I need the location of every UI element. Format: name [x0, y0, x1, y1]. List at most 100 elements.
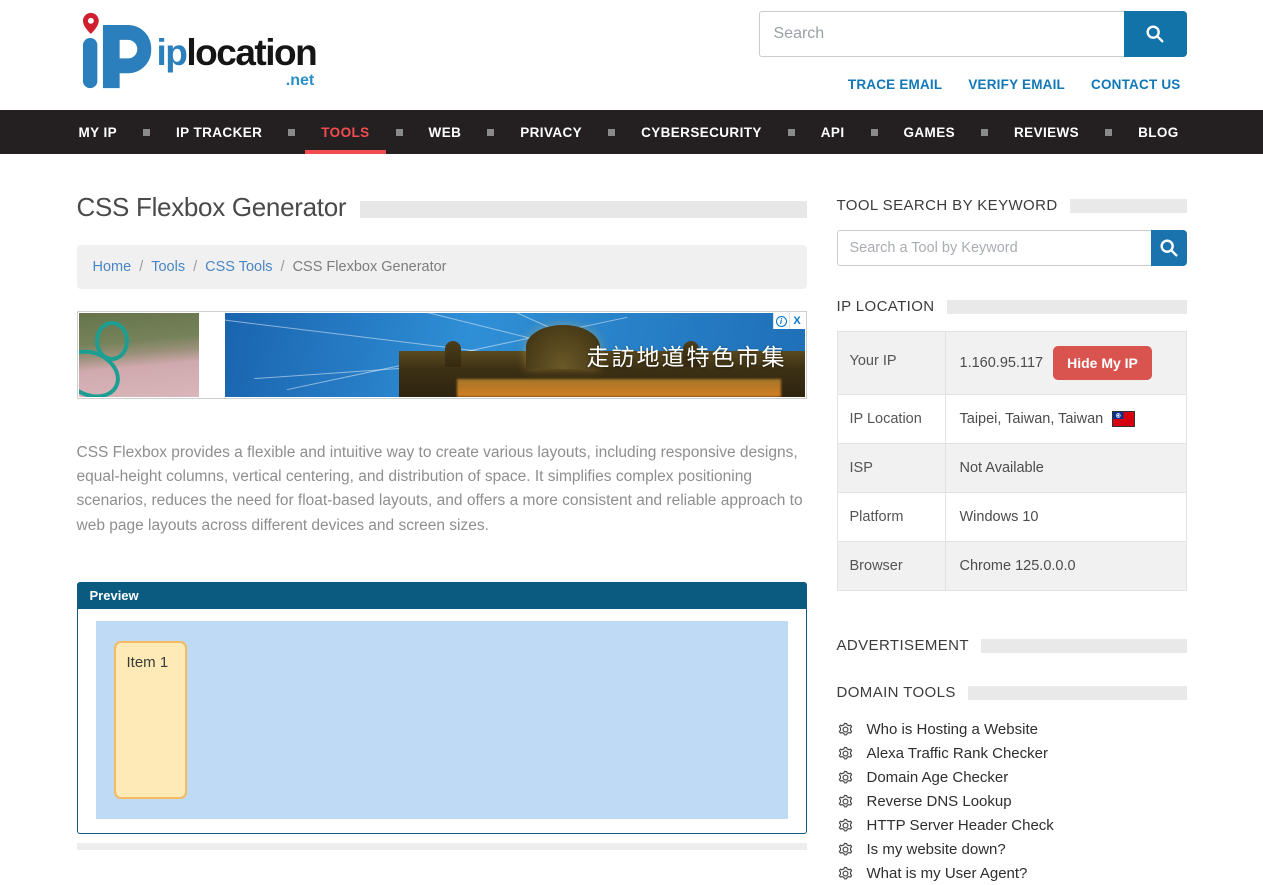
ad-banner: 走訪地道特色市集 i X	[77, 311, 807, 399]
title-decoration-bar	[360, 201, 806, 218]
ad-close-icon[interactable]: X	[789, 313, 805, 329]
search-icon	[1144, 23, 1166, 45]
gear-icon	[837, 841, 854, 858]
nav-separator	[487, 129, 494, 136]
breadcrumb-separator: /	[193, 259, 197, 275]
logo-text: iplocation .net	[157, 12, 317, 89]
preview-panel-header: Preview	[78, 583, 806, 609]
nav-item-tools[interactable]: TOOLS	[319, 110, 371, 154]
gear-icon	[837, 817, 854, 834]
ip-row-label: Browser	[838, 542, 946, 590]
gear-icon	[837, 793, 854, 810]
flexbox-preview-item: Item 1	[114, 641, 187, 799]
main-nav-list: MY IP IP TRACKER TOOLS WEB PRIVACY CYBERSECUR…	[77, 110, 1181, 154]
preview-panel-body: Item 1	[78, 609, 806, 833]
flexbox-preview-container: Item 1	[96, 621, 788, 819]
sidebar: TOOL SEARCH BY KEYWORD IP LOCATION Your …	[837, 192, 1187, 885]
search-icon	[1158, 237, 1180, 259]
domain-tool-link-alexa-traffic-rank-checker[interactable]: Alexa Traffic Rank Checker	[837, 741, 1187, 765]
main-nav: MY IP IP TRACKER TOOLS WEB PRIVACY CYBERSECUR…	[0, 110, 1263, 154]
ad-caption: 走訪地道特色市集	[587, 338, 787, 372]
heading-decoration-bar	[947, 300, 1187, 314]
breadcrumb-separator: /	[139, 259, 143, 275]
ad-image-left[interactable]	[79, 313, 199, 397]
ad-image-right[interactable]: 走訪地道特色市集	[225, 313, 805, 397]
site-logo[interactable]: iplocation .net	[77, 12, 317, 90]
logo-ip-mark-icon	[77, 12, 153, 90]
domain-tool-label: Alexa Traffic Rank Checker	[867, 745, 1048, 762]
breadcrumb-link-css-tools[interactable]: CSS Tools	[205, 259, 272, 275]
header-search-button[interactable]	[1124, 11, 1187, 57]
domain-tool-link-http-server-header-check[interactable]: HTTP Server Header Check	[837, 813, 1187, 837]
ip-location-table: Your IP1.160.95.117Hide My IPIP Location…	[837, 331, 1187, 591]
nav-separator	[1105, 129, 1112, 136]
tool-search-input[interactable]	[837, 230, 1151, 266]
top-link-trace-email[interactable]: TRACE EMAIL	[848, 77, 942, 92]
domain-tool-link-reverse-dns-lookup[interactable]: Reverse DNS Lookup	[837, 789, 1187, 813]
tool-search	[837, 230, 1187, 266]
breadcrumb-current: CSS Flexbox Generator	[293, 259, 447, 275]
nav-separator	[396, 129, 403, 136]
nav-item-api[interactable]: API	[819, 110, 847, 154]
domain-tool-link-who-is-hosting-a-website[interactable]: Who is Hosting a Website	[837, 717, 1187, 741]
nav-item-blog[interactable]: BLOG	[1136, 110, 1181, 154]
gear-icon	[837, 865, 854, 882]
header-search-input[interactable]	[759, 11, 1124, 57]
nav-item-privacy[interactable]: PRIVACY	[518, 110, 584, 154]
domain-tool-label: HTTP Server Header Check	[867, 817, 1054, 834]
domain-tool-link-is-my-website-down[interactable]: Is my website down?	[837, 837, 1187, 861]
taiwan-flag-icon	[1113, 412, 1134, 426]
ip-location-heading: IP LOCATION	[837, 298, 935, 315]
nav-separator	[608, 129, 615, 136]
site-header: iplocation .net TRACE EMAIL VERIFY EMAIL C…	[0, 0, 1263, 110]
hide-my-ip-button[interactable]: Hide My IP	[1053, 346, 1152, 380]
nav-separator	[981, 129, 988, 136]
gear-icon	[837, 745, 854, 762]
breadcrumb-link-tools[interactable]: Tools	[151, 259, 185, 275]
domain-tool-label: Is my website down?	[867, 841, 1006, 858]
nav-item-cybersecurity[interactable]: CYBERSECURITY	[639, 110, 764, 154]
tool-search-button[interactable]	[1151, 230, 1187, 266]
nav-item-my-ip[interactable]: MY IP	[77, 110, 120, 154]
logo-text-net: .net	[157, 73, 317, 89]
nav-item-reviews[interactable]: REVIEWS	[1012, 110, 1081, 154]
ip-table-row-browser: BrowserChrome 125.0.0.0	[838, 542, 1186, 590]
gear-icon	[837, 721, 854, 738]
header-search	[759, 11, 1187, 57]
ip-row-value: 1.160.95.117Hide My IP	[946, 332, 1186, 394]
nav-separator	[288, 129, 295, 136]
ad-info-icon[interactable]: i	[773, 313, 789, 329]
ip-table-row-your-ip: Your IP1.160.95.117Hide My IP	[838, 332, 1186, 395]
advertisement-heading: ADVERTISEMENT	[837, 637, 969, 654]
domain-tool-label: Domain Age Checker	[867, 769, 1009, 786]
domain-tool-link-what-is-my-user-agent[interactable]: What is my User Agent?	[837, 861, 1187, 885]
heading-decoration-bar	[1070, 199, 1187, 213]
ip-table-row-isp: ISPNot Available	[838, 444, 1186, 493]
heading-decoration-bar	[968, 686, 1187, 700]
gear-icon	[837, 769, 854, 786]
domain-tool-label: Who is Hosting a Website	[867, 721, 1038, 738]
ip-row-value: Chrome 125.0.0.0	[946, 542, 1186, 590]
breadcrumb-separator: /	[281, 259, 285, 275]
nav-separator	[788, 129, 795, 136]
ip-row-label: IP Location	[838, 395, 946, 443]
ip-row-label: Your IP	[838, 332, 946, 394]
nav-item-games[interactable]: GAMES	[902, 110, 958, 154]
preview-panel: Preview Item 1	[77, 582, 807, 834]
top-link-verify-email[interactable]: VERIFY EMAIL	[968, 77, 1065, 92]
nav-separator	[143, 129, 150, 136]
ip-row-value: Taipei, Taiwan, Taiwan	[946, 395, 1186, 443]
nav-item-web[interactable]: WEB	[427, 110, 464, 154]
breadcrumb-link-home[interactable]: Home	[93, 259, 132, 275]
domain-tools-list: Who is Hosting a Website Alexa Traffic R…	[837, 717, 1187, 885]
top-link-contact-us[interactable]: CONTACT US	[1091, 77, 1181, 92]
nav-item-ip-tracker[interactable]: IP TRACKER	[174, 110, 264, 154]
ip-row-value: Not Available	[946, 444, 1186, 492]
nav-separator	[871, 129, 878, 136]
domain-tool-link-domain-age-checker[interactable]: Domain Age Checker	[837, 765, 1187, 789]
domain-tool-label: Reverse DNS Lookup	[867, 793, 1012, 810]
logo-text-ip: ip	[157, 32, 187, 73]
tool-search-heading: TOOL SEARCH BY KEYWORD	[837, 197, 1058, 214]
ip-row-label: Platform	[838, 493, 946, 541]
ip-row-value: Windows 10	[946, 493, 1186, 541]
